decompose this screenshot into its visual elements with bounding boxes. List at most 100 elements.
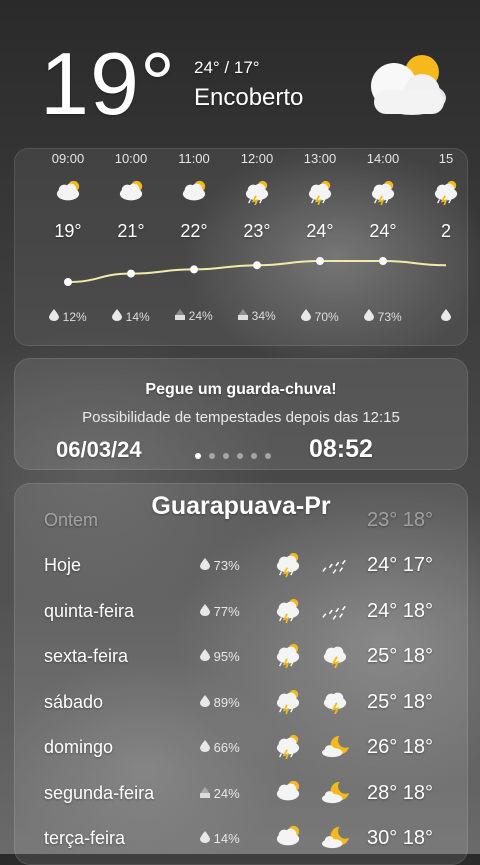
moon-cloud-icon	[319, 824, 351, 850]
page-dot[interactable]	[195, 453, 201, 459]
moon-cloud-icon	[319, 779, 351, 805]
half-drop-icon	[238, 309, 249, 323]
rain-icon	[319, 597, 351, 623]
thunder-rain-icon	[273, 733, 303, 760]
day-name: segunda-feira	[44, 782, 155, 803]
day-row[interactable]: sábado 89% 25° 18°	[15, 682, 467, 722]
day-name: Hoje	[44, 555, 82, 575]
partly-cloudy-icon	[273, 779, 303, 805]
hour-temperature: 21°	[117, 221, 145, 241]
hour-label: 15	[438, 151, 454, 166]
hourly-forecast-panel[interactable]: 09:00 19° 12% 10:00 21° 14% 11:00 22° 24% 12:0…	[14, 148, 468, 346]
drop-icon	[200, 603, 210, 619]
thunder-rain-icon	[369, 179, 397, 206]
day-high-low: 25° 18°	[367, 690, 434, 713]
day-name: sexta-feira	[44, 646, 129, 666]
hour-temperature: 22°	[180, 221, 208, 241]
hour-temperature: 2	[440, 221, 451, 241]
alert-date: 06/03/24	[56, 437, 142, 462]
hour-temperature: 23°	[243, 221, 271, 241]
night-thunder-icon	[319, 642, 351, 669]
hour-precipitation: 12%	[38, 309, 98, 324]
page-dot[interactable]	[223, 453, 229, 459]
page-indicator[interactable]	[195, 446, 279, 464]
day-precipitation: 77%	[200, 603, 240, 619]
hour-label: 13:00	[303, 151, 337, 166]
alert-card[interactable]: Pegue um guarda-chuva! Possibilidade de …	[14, 358, 468, 470]
day-precipitation: 89%	[200, 694, 240, 710]
hour-label: 09:00	[51, 151, 85, 166]
day-row[interactable]: quinta-feira 77% 24° 18°	[15, 591, 467, 631]
day-row[interactable]: sexta-feira 95% 25° 18°	[15, 636, 467, 676]
alert-time: 08:52	[309, 435, 373, 463]
half-drop-icon	[175, 309, 186, 323]
day-high-low: 23° 18°	[367, 509, 434, 531]
hour-precipitation: 70%	[290, 309, 350, 324]
night-thunder-icon	[319, 688, 351, 714]
moon-cloud-icon	[319, 733, 351, 759]
day-name: sábado	[44, 691, 104, 712]
page-dot[interactable]	[265, 453, 271, 459]
drop-icon	[364, 309, 375, 324]
hour-precipitation: 34%	[227, 309, 287, 323]
hour-temperature: 19°	[54, 221, 82, 241]
day-name: domingo	[44, 737, 114, 757]
day-precipitation: 95%	[200, 649, 240, 664]
hour-temperature: 24°	[369, 221, 397, 241]
day-row[interactable]: domingo 66% 26° 18°	[15, 727, 467, 767]
day-precipitation: 73%	[200, 558, 240, 573]
drop-icon	[200, 649, 210, 664]
hour-label: 12:00	[240, 151, 274, 166]
day-precipitation: 24%	[200, 786, 240, 801]
day-high-low: 24° 17°	[367, 554, 434, 576]
page-dot[interactable]	[209, 453, 215, 459]
thunder-rain-icon	[273, 642, 303, 669]
thunder-rain-icon	[273, 551, 303, 578]
partly-cloudy-icon	[273, 824, 303, 850]
day-high-low: 24° 18°	[367, 599, 434, 622]
current-high-low: 24° / 17°	[194, 58, 260, 77]
day-name: quinta-feira	[44, 600, 135, 621]
thunder-rain-icon	[306, 179, 334, 206]
day-row[interactable]: segunda-feira 24% 28° 18°	[15, 773, 467, 813]
thunder-rain-icon	[273, 688, 303, 714]
thunder-rain-icon	[273, 597, 303, 623]
current-temperature: 19°	[40, 34, 177, 133]
day-row[interactable]: terça-feira 14% 30° 18°	[15, 818, 467, 858]
day-name: Ontem	[44, 510, 99, 530]
drop-icon	[301, 309, 312, 324]
alert-subtitle: Possibilidade de tempestades depois das …	[82, 409, 400, 426]
current-condition: Encoberto	[194, 84, 304, 111]
day-precipitation: 66%	[200, 740, 240, 755]
temperature-point	[316, 257, 324, 265]
day-high-low: 30° 18°	[367, 827, 434, 849]
day-row[interactable]: Hoje 73% 24° 17°	[15, 545, 467, 585]
drop-icon	[200, 831, 210, 846]
day-high-low: 26° 18°	[367, 736, 434, 758]
page-dot[interactable]	[251, 453, 257, 459]
daily-forecast-panel[interactable]: Guarapuava-Pr Ontem 23° 18° Hoje 73% 24° 17…	[14, 483, 468, 865]
drop-icon	[200, 740, 210, 755]
hour-precipitation: 14%	[101, 309, 161, 324]
alert-title: Pegue um guarda-chuva!	[145, 381, 337, 398]
rain-icon	[319, 551, 351, 577]
day-high-low: 25° 18°	[367, 645, 434, 667]
temperature-point	[379, 257, 387, 265]
day-high-low: 28° 18°	[367, 781, 434, 804]
partly-cloudy-icon	[180, 179, 208, 203]
page-dot[interactable]	[237, 453, 243, 459]
day-row[interactable]: Ontem 23° 18°	[15, 500, 467, 540]
drop-icon	[49, 309, 60, 324]
temperature-point	[64, 278, 72, 286]
thunder-rain-icon	[432, 179, 460, 206]
day-precipitation: 14%	[200, 831, 240, 846]
hour-temperature: 24°	[306, 221, 334, 241]
drop-icon	[112, 309, 123, 324]
hour-label: 11:00	[178, 151, 210, 166]
partly-cloudy-icon	[364, 50, 448, 116]
hour-precipitation: 73%	[353, 309, 413, 324]
temperature-point	[127, 269, 135, 278]
drop-icon	[200, 694, 210, 710]
hour-label: 14:00	[366, 151, 400, 166]
partly-cloudy-icon	[117, 179, 145, 203]
